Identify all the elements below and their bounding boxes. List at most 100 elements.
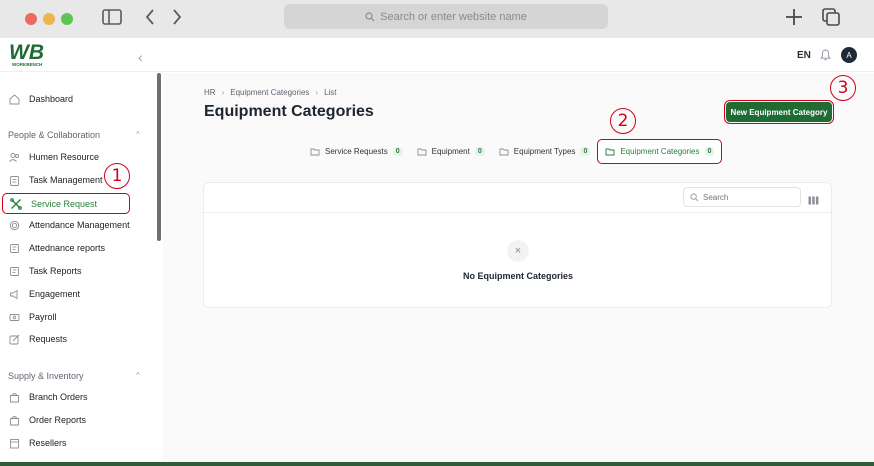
empty-state-text: No Equipment Categories (462, 271, 573, 281)
sidebar-toggle-icon[interactable] (102, 9, 122, 30)
sidebar-item-engagement[interactable]: Engagement (8, 285, 80, 303)
sidebar-item-payroll[interactable]: Payroll (8, 308, 57, 326)
sidebar-item-label: Resellers (29, 438, 67, 448)
back-arrow-icon[interactable] (145, 9, 155, 30)
close-icon: × (507, 240, 529, 262)
sidebar-item-label: Task Management (29, 175, 103, 185)
sidebar-item-order-reports[interactable]: Order Reports (8, 411, 86, 429)
report-icon (8, 242, 20, 254)
folder-icon (605, 147, 615, 156)
breadcrumb-list: List (324, 88, 337, 97)
search-icon (365, 11, 375, 21)
forward-arrow-icon[interactable] (172, 9, 182, 30)
search-input[interactable] (703, 192, 793, 202)
sidebar-item-label: Humen Resource (29, 152, 100, 162)
folder-icon (417, 147, 427, 156)
bottom-accent-bar (0, 462, 874, 466)
edit-icon (8, 333, 20, 345)
workbench-logo[interactable]: WB WORKBENCH (8, 40, 54, 70)
columns-icon[interactable] (808, 192, 819, 210)
tools-icon (10, 197, 22, 210)
report-icon (8, 265, 20, 277)
sidebar-item-label: Payroll (29, 312, 57, 322)
svg-text:WB: WB (9, 41, 44, 64)
language-selector[interactable]: EN (797, 50, 811, 61)
sidebar-item-dashboard[interactable]: Dashboard (8, 90, 73, 108)
annotation-marker-2: 2 (610, 108, 636, 134)
sidebar-item-label: Task Reports (29, 266, 82, 276)
address-placeholder: Search or enter website name (380, 10, 527, 23)
minimize-window-button[interactable] (43, 13, 55, 25)
sidebar-item-label: Service Request (31, 198, 98, 209)
tab-count-badge: 0 (474, 147, 485, 156)
tab-bar: Service Requests 0 Equipment 0 Equipment… (303, 139, 723, 164)
annotation-marker-1: 1 (104, 163, 130, 189)
section-supply-inventory[interactable]: Supply & Inventory (8, 371, 84, 381)
tab-count-badge: 0 (580, 147, 591, 156)
sidebar-item-label: Engagement (29, 289, 81, 299)
shopping-bag-icon (8, 391, 20, 403)
chevron-up-icon[interactable]: ^ (136, 130, 140, 139)
breadcrumb: HR › Equipment Categories › List (204, 88, 337, 97)
sidebar-item-task-reports[interactable]: Task Reports (8, 262, 82, 280)
section-people-collaboration[interactable]: People & Collaboration (8, 130, 100, 140)
store-icon (8, 437, 20, 449)
svg-text:WORKBENCH: WORKBENCH (12, 62, 42, 67)
tab-label: Service Requests (325, 147, 388, 156)
chevron-right-icon: › (315, 88, 319, 97)
sidebar-item-requests[interactable]: Requests (8, 330, 67, 348)
home-icon (8, 93, 20, 105)
tab-equipment-categories[interactable]: Equipment Categories 0 (597, 139, 723, 164)
sidebar-item-service-request[interactable]: Service Request (2, 193, 130, 214)
tab-equipment[interactable]: Equipment 0 (410, 139, 492, 164)
tab-count-badge: 0 (392, 147, 403, 156)
sidebar-item-attendance-reports[interactable]: Attednance reports (8, 239, 105, 257)
sidebar-item-label: Requests (29, 334, 68, 344)
shopping-bag-icon (8, 414, 20, 426)
annotation-marker-3: 3 (830, 75, 856, 101)
sidebar-item-branch-orders[interactable]: Branch Orders (8, 388, 88, 406)
tab-label: Equipment Types (513, 147, 576, 156)
fingerprint-icon (8, 219, 20, 231)
sidebar-scrollbar[interactable] (157, 73, 161, 241)
megaphone-icon (8, 288, 20, 300)
sidebar-item-humen-resource[interactable]: Humen Resource (8, 148, 99, 166)
sidebar-item-label: Attendance Management (29, 220, 130, 230)
chevron-right-icon: › (221, 88, 225, 97)
new-tab-plus-icon[interactable] (785, 8, 803, 31)
tab-label: Equipment Categories (620, 147, 700, 156)
new-equipment-category-button[interactable]: New Equipment Category (724, 100, 834, 124)
sidebar-item-attendance-management[interactable]: Attendance Management (8, 216, 130, 234)
tab-label: Equipment (431, 147, 470, 156)
tab-service-requests[interactable]: Service Requests 0 (303, 139, 410, 164)
tab-overview-icon[interactable] (822, 8, 841, 32)
sidebar-item-label: Branch Orders (29, 392, 88, 402)
page-title: Equipment Categories (204, 103, 374, 120)
tab-count-badge: 0 (704, 147, 715, 156)
bell-icon[interactable] (820, 48, 831, 66)
money-icon (8, 311, 20, 323)
breadcrumb-hr[interactable]: HR (204, 88, 216, 97)
sidebar-item-label: Order Reports (29, 415, 87, 425)
breadcrumb-equipment-categories[interactable]: Equipment Categories (230, 88, 309, 97)
app-header (0, 38, 874, 72)
table-divider (204, 212, 831, 213)
user-avatar[interactable]: A (841, 47, 857, 63)
close-window-button[interactable] (25, 13, 37, 25)
clipboard-icon (8, 174, 20, 186)
folder-icon (310, 147, 320, 156)
sidebar-item-resellers[interactable]: Resellers (8, 434, 67, 452)
browser-toolbar: Search or enter website name (0, 0, 874, 38)
collapse-sidebar-icon[interactable]: ‹ (138, 49, 143, 65)
folder-icon (499, 147, 509, 156)
maximize-window-button[interactable] (61, 13, 73, 25)
sidebar-item-label: Attednance reports (29, 243, 106, 253)
address-bar[interactable]: Search or enter website name (284, 4, 608, 29)
tab-equipment-types[interactable]: Equipment Types 0 (492, 139, 598, 164)
users-icon (8, 151, 20, 163)
chevron-up-icon[interactable]: ^ (136, 371, 140, 380)
search-icon (690, 192, 699, 201)
sidebar-item-task-management[interactable]: Task Management (8, 171, 103, 189)
sidebar-item-label: Dashboard (29, 94, 74, 104)
table-search[interactable] (683, 187, 801, 207)
